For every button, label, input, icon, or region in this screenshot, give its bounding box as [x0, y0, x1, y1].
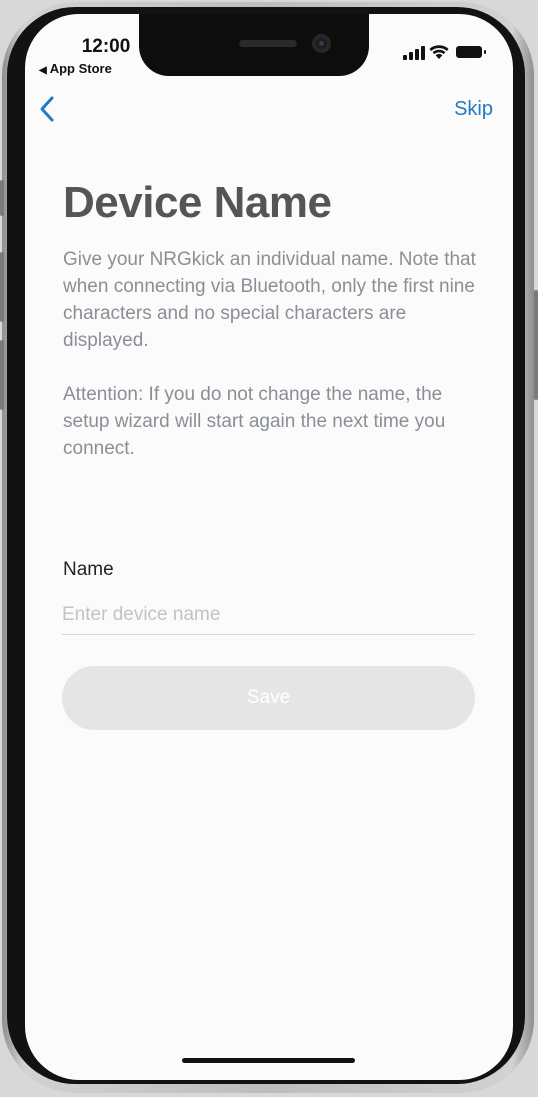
speaker-grille [239, 40, 297, 47]
back-to-app-link[interactable]: ◀ App Store [39, 61, 112, 76]
chevron-left-icon[interactable] [35, 94, 61, 124]
notch [139, 14, 369, 76]
power-button [534, 290, 538, 400]
page: 12:00 ◀ App Store Skip Device Name Give … [0, 0, 538, 1097]
battery-icon [456, 46, 486, 58]
mute-switch [0, 180, 4, 216]
home-indicator[interactable] [182, 1058, 355, 1063]
phone-screen: 12:00 ◀ App Store Skip Device Name Give … [25, 14, 513, 1080]
wifi-icon [429, 45, 449, 59]
skip-button[interactable]: Skip [454, 98, 493, 121]
back-to-app-label: App Store [49, 61, 112, 76]
front-camera [312, 34, 331, 53]
volume-up-button [0, 252, 4, 322]
attention-text: Attention: If you do not change the name… [63, 384, 446, 459]
triangle-left-icon: ◀ [39, 65, 47, 76]
status-indicators [403, 44, 493, 60]
cellular-signal-icon [403, 44, 425, 60]
device-name-input[interactable] [62, 596, 475, 635]
save-button[interactable]: Save [62, 666, 475, 730]
volume-down-button [0, 340, 4, 410]
page-title: Device Name [63, 178, 332, 227]
status-time: 12:00 [81, 36, 131, 57]
description-text: Give your NRGkick an individual name. No… [63, 249, 476, 351]
name-field-label: Name [63, 559, 114, 580]
